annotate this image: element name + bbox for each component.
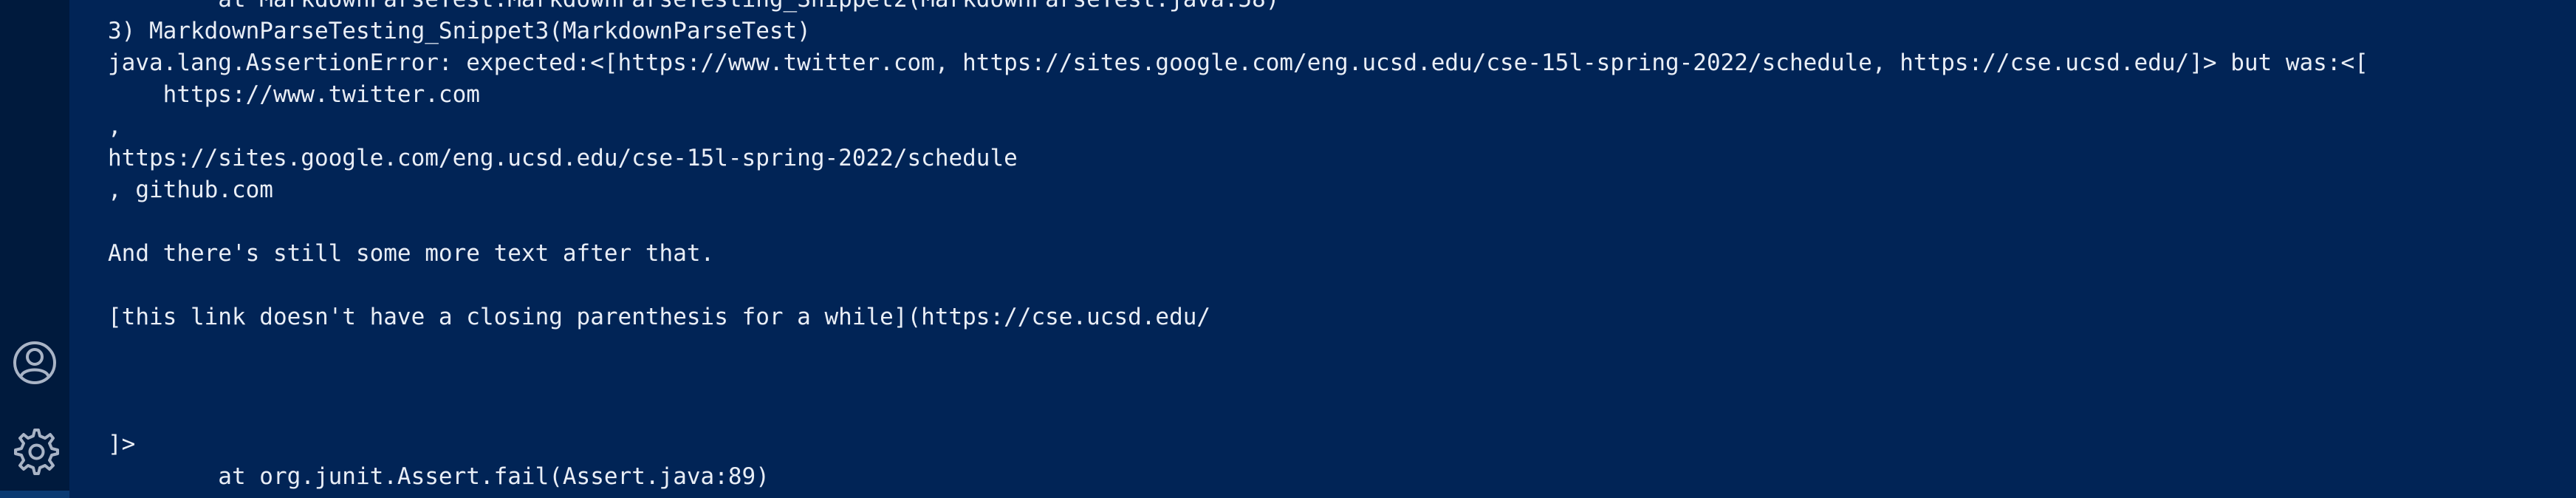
terminal-line: ,: [108, 113, 122, 140]
account-icon[interactable]: [10, 338, 59, 387]
gear-icon[interactable]: [10, 427, 59, 476]
terminal-line: And there's still some more text after t…: [108, 240, 715, 267]
terminal-line: [this link doesn't have a closing parent…: [108, 304, 1211, 330]
terminal-line: , github.com: [108, 177, 273, 203]
terminal-output[interactable]: at MarkdownParseTest.MarkdownParseTestin…: [108, 0, 2560, 498]
terminal-line: at org.junit.Assert.fail(Assert.java:89): [108, 463, 770, 490]
terminal-line: at MarkdownParseTest.MarkdownParseTestin…: [108, 0, 1279, 16]
powershell-terminal-window: at MarkdownParseTest.MarkdownParseTestin…: [0, 0, 2576, 498]
terminal-line: 3) MarkdownParseTesting_Snippet3(Markdow…: [108, 18, 811, 44]
status-bar-edge: [0, 491, 69, 498]
terminal-line: https://sites.google.com/eng.ucsd.edu/cs…: [108, 145, 1018, 171]
terminal-line: https://www.twitter.com: [108, 81, 480, 108]
activity-bar: [0, 0, 69, 498]
terminal-line: ]>: [108, 431, 136, 457]
terminal-line: java.lang.AssertionError: expected:<[htt…: [108, 50, 2368, 76]
